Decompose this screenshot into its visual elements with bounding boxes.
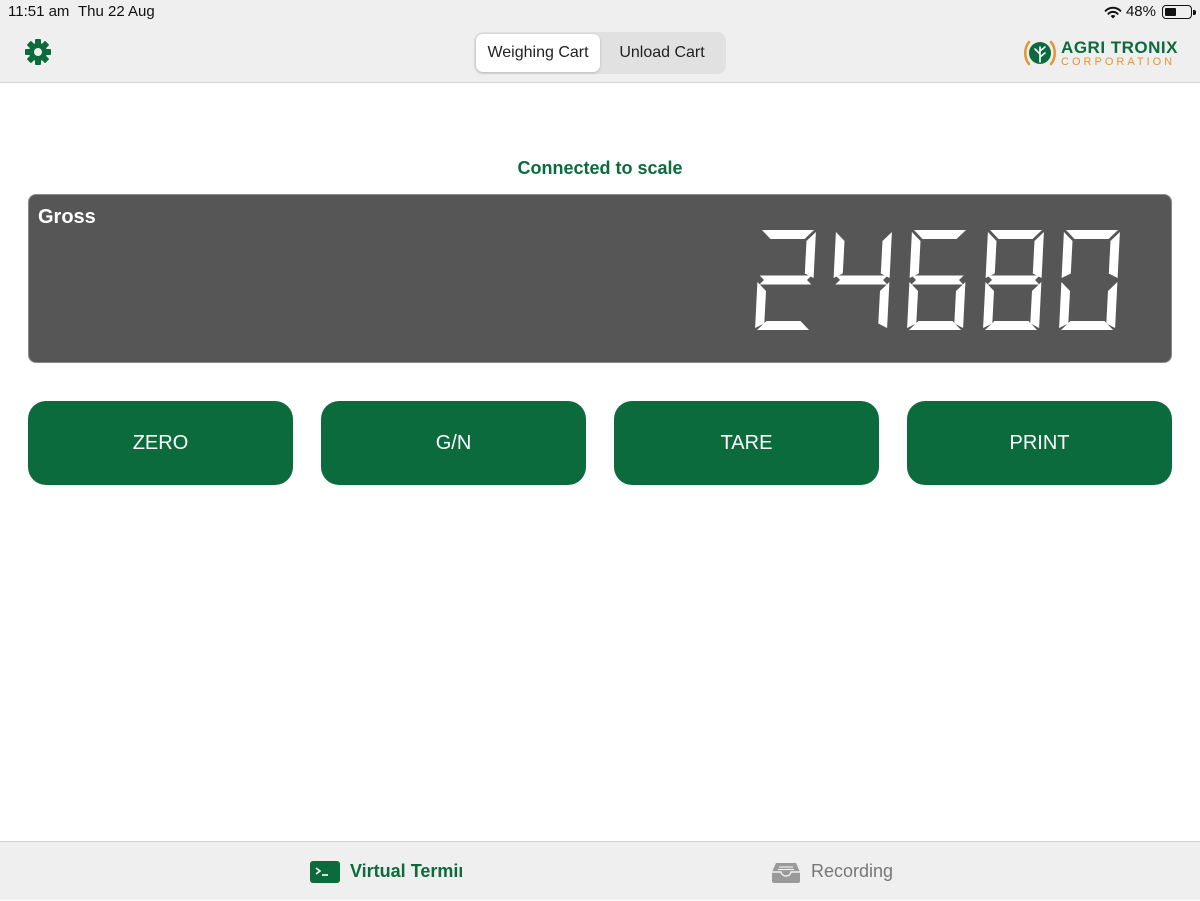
brand-logo: AGRI TRONIX CORPORATION (1023, 38, 1178, 68)
seven-segment-readout (755, 230, 1120, 330)
digit-segment (755, 282, 766, 328)
digit-segment (759, 275, 812, 285)
digit-segment (880, 232, 892, 278)
connection-status: Connected to scale (517, 158, 683, 178)
digit-segment (757, 321, 809, 330)
battery-fill (1165, 7, 1176, 16)
digit-segment (1106, 282, 1118, 328)
digit-segment (1032, 232, 1044, 278)
print-button[interactable]: PRINT (907, 401, 1172, 485)
zero-button[interactable]: ZERO (28, 401, 293, 485)
readout-digit (983, 230, 1044, 330)
tab-bar: Virtual Terminal Recording (0, 841, 1200, 900)
digit-segment (987, 275, 1040, 285)
gn-button[interactable]: G/N (321, 401, 586, 485)
digit-segment (990, 230, 1042, 239)
tare-button[interactable]: TARE (614, 401, 879, 485)
tab-virtual-terminal[interactable]: Virtual Terminal (310, 842, 462, 901)
gear-icon[interactable] (24, 38, 52, 66)
battery-percent: 48% (1125, 3, 1156, 20)
digit-segment (907, 282, 918, 328)
readout-digit (755, 230, 816, 330)
digit-segment (1059, 282, 1070, 328)
digit-segment (914, 230, 966, 239)
wifi-icon (1104, 6, 1122, 18)
agri-tronix-logo-icon (1024, 40, 1057, 66)
tab-recording[interactable]: Recording (771, 842, 893, 901)
segment-weighing-cart[interactable]: Weighing Cart (476, 34, 600, 72)
digit-segment (909, 321, 961, 330)
battery-icon (1162, 4, 1196, 19)
status-bar: 11:51 am Thu 22 Aug 48% (0, 0, 1200, 24)
digit-segment (983, 282, 994, 328)
digit-segment (804, 232, 816, 278)
digit-segment (1061, 232, 1073, 278)
digit-segment (878, 282, 890, 328)
digit-segment (985, 321, 1037, 330)
readout-digit (907, 230, 966, 330)
digit-segment (954, 282, 966, 328)
readout-digit (1059, 230, 1120, 330)
status-time: 11:51 am (8, 3, 70, 20)
cart-segmented-control: Weighing Cart Unload Cart (474, 32, 726, 74)
tab-label-recording: Recording (811, 861, 894, 881)
weight-display: Gross (28, 194, 1172, 363)
tab-label-virtual-terminal: Virtual Terminal (350, 861, 462, 881)
status-right: 48% (1104, 3, 1196, 20)
segment-unload-cart[interactable]: Unload Cart (600, 34, 724, 72)
nav-bar: Weighing Cart Unload Cart AGRI TRONIX CO… (0, 24, 1200, 83)
status-date: Thu 22 Aug (78, 3, 155, 20)
digit-segment (762, 230, 814, 239)
digit-segment (835, 275, 888, 285)
digit-segment (1030, 282, 1042, 328)
battery-nub (1193, 9, 1196, 15)
digit-segment (1108, 232, 1120, 278)
digit-segment (1061, 321, 1113, 330)
brand-subtitle: CORPORATION (1061, 55, 1176, 68)
terminal-icon (310, 860, 340, 883)
digit-segment (909, 232, 921, 278)
tray-icon (772, 862, 800, 883)
digit-segment (1066, 230, 1118, 239)
brand-name: AGRI TRONIX (1061, 37, 1178, 57)
brand-text: AGRI TRONIX CORPORATION (1061, 39, 1178, 68)
readout-digit (833, 232, 892, 328)
digit-segment (985, 232, 997, 278)
digit-segment (911, 275, 964, 285)
digit-segment (833, 232, 845, 278)
